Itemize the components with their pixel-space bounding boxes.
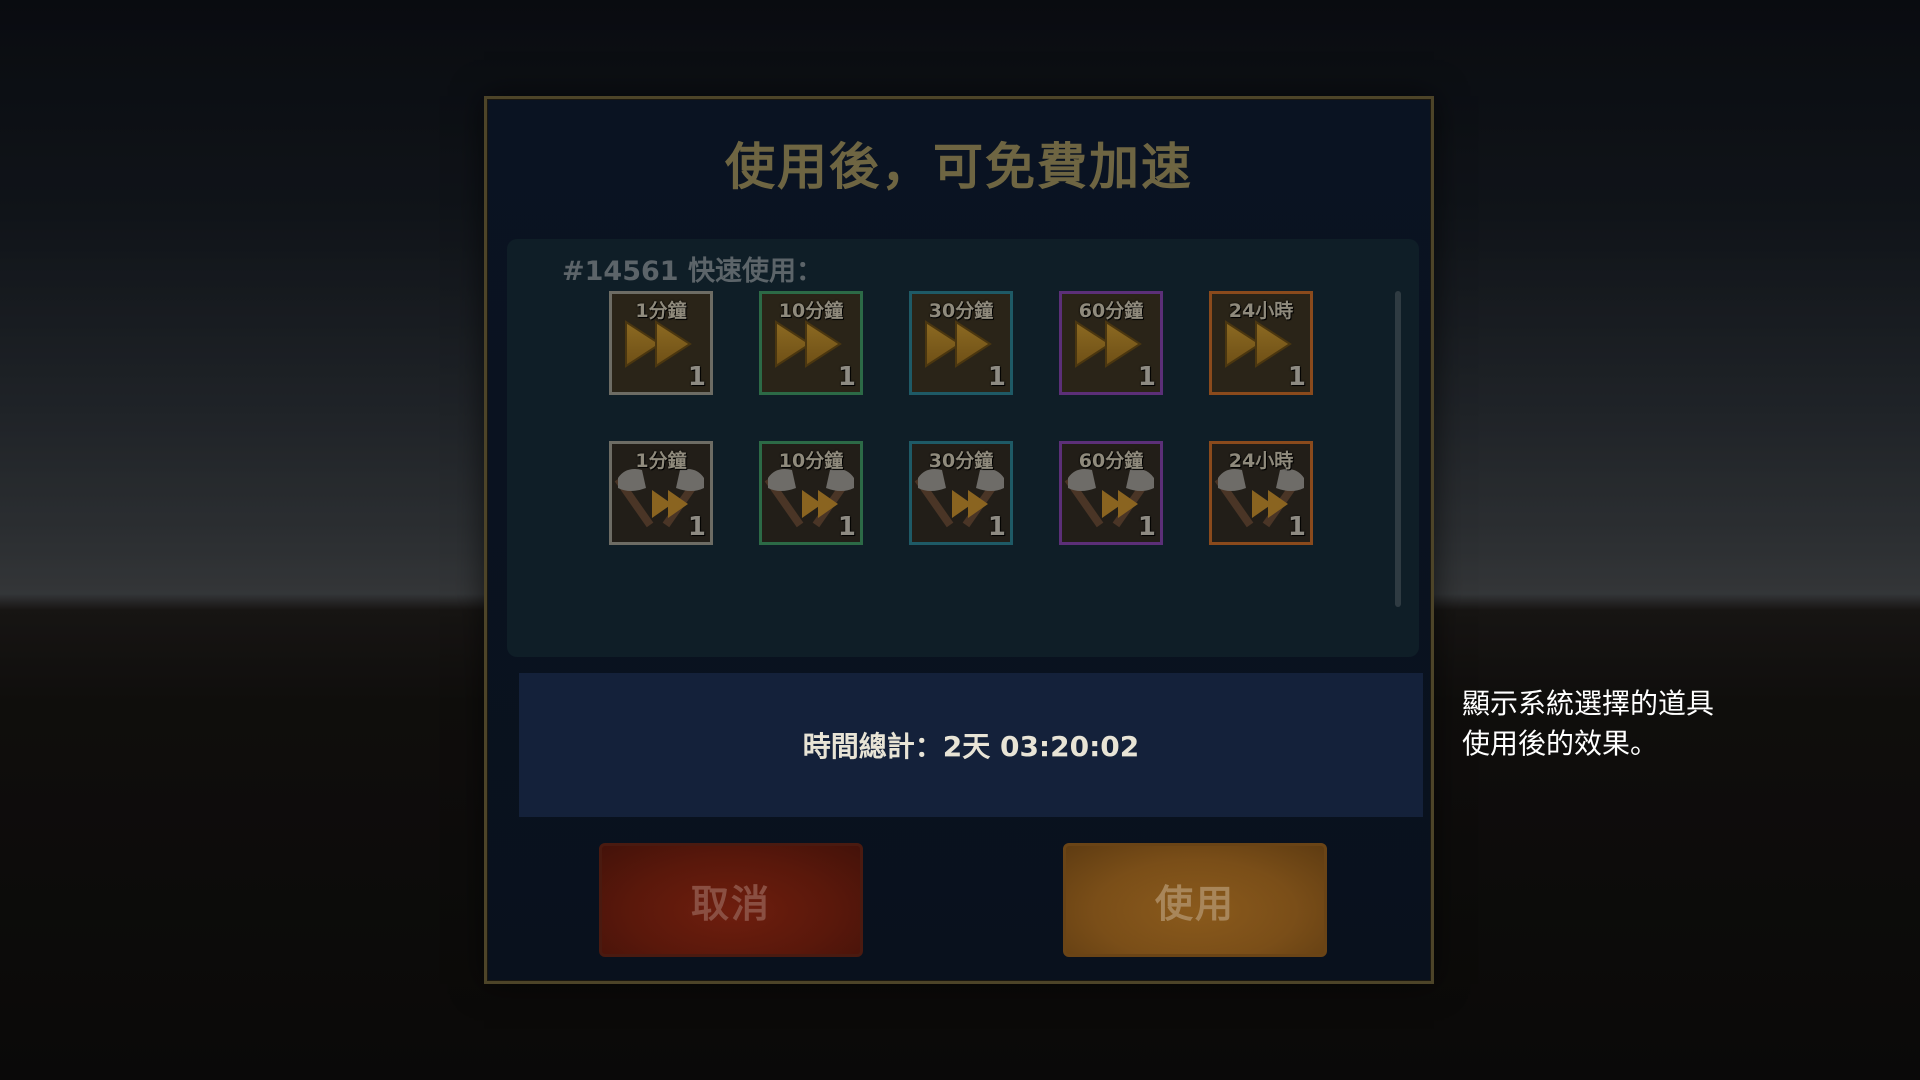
speedup-dialog: 使用後，可免費加速 #14561 快速使用： 1分鐘 1 10分鐘 1 30分鐘 1 60分… [484, 96, 1434, 984]
item-count: 1 [687, 362, 706, 392]
item-label: 10分鐘 [778, 300, 844, 322]
item-count: 1 [687, 512, 706, 542]
side-note-line: 顯示系統選擇的道具 [1462, 687, 1715, 720]
panel-heading: #14561 快速使用： [562, 256, 823, 287]
use-button[interactable]: 使用 [1063, 843, 1327, 957]
item-slot[interactable]: 10分鐘 1 [759, 441, 863, 545]
item-count: 1 [987, 512, 1006, 542]
item-count: 1 [837, 362, 856, 392]
side-note: 顯示系統選擇的道具 使用後的效果。 [1462, 684, 1782, 764]
item-count: 1 [837, 512, 856, 542]
item-slot[interactable]: 60分鐘 1 [1059, 441, 1163, 545]
total-time-text: 時間總計：2天 03:20:02 [802, 730, 1140, 763]
item-label: 30分鐘 [928, 300, 994, 322]
item-slot[interactable]: 30分鐘 1 [909, 291, 1013, 395]
item-count: 1 [1137, 512, 1156, 542]
item-count: 1 [987, 362, 1006, 392]
item-count: 1 [1287, 512, 1306, 542]
item-slot[interactable]: 24小時 1 [1209, 441, 1313, 545]
item-count: 1 [1137, 362, 1156, 392]
item-label: 10分鐘 [778, 450, 844, 472]
item-count: 1 [1287, 362, 1306, 392]
item-slot[interactable]: 10分鐘 1 [759, 291, 863, 395]
panel-scrollbar[interactable] [1395, 291, 1401, 607]
item-slot[interactable]: 30分鐘 1 [909, 441, 1013, 545]
item-label: 60分鐘 [1078, 450, 1144, 472]
item-label: 24小時 [1228, 300, 1294, 322]
item-slot[interactable]: 1分鐘 1 [609, 291, 713, 395]
dialog-title: 使用後，可免費加速 [725, 138, 1193, 196]
cancel-button[interactable]: 取消 [599, 843, 863, 957]
item-label: 60分鐘 [1078, 300, 1144, 322]
total-time-bar: 時間總計：2天 03:20:02 [519, 673, 1423, 817]
item-panel: #14561 快速使用： 1分鐘 1 10分鐘 1 30分鐘 1 60分鐘 1 24小時 1 1分鐘… [507, 239, 1419, 657]
item-label: 30分鐘 [928, 450, 994, 472]
item-slot[interactable]: 1分鐘 1 [609, 441, 713, 545]
item-slot[interactable]: 24小時 1 [1209, 291, 1313, 395]
item-label: 1分鐘 [635, 450, 687, 472]
item-label: 1分鐘 [635, 300, 687, 322]
item-slot[interactable]: 60分鐘 1 [1059, 291, 1163, 395]
item-label: 24小時 [1228, 450, 1294, 472]
side-note-line: 使用後的效果。 [1462, 727, 1659, 760]
